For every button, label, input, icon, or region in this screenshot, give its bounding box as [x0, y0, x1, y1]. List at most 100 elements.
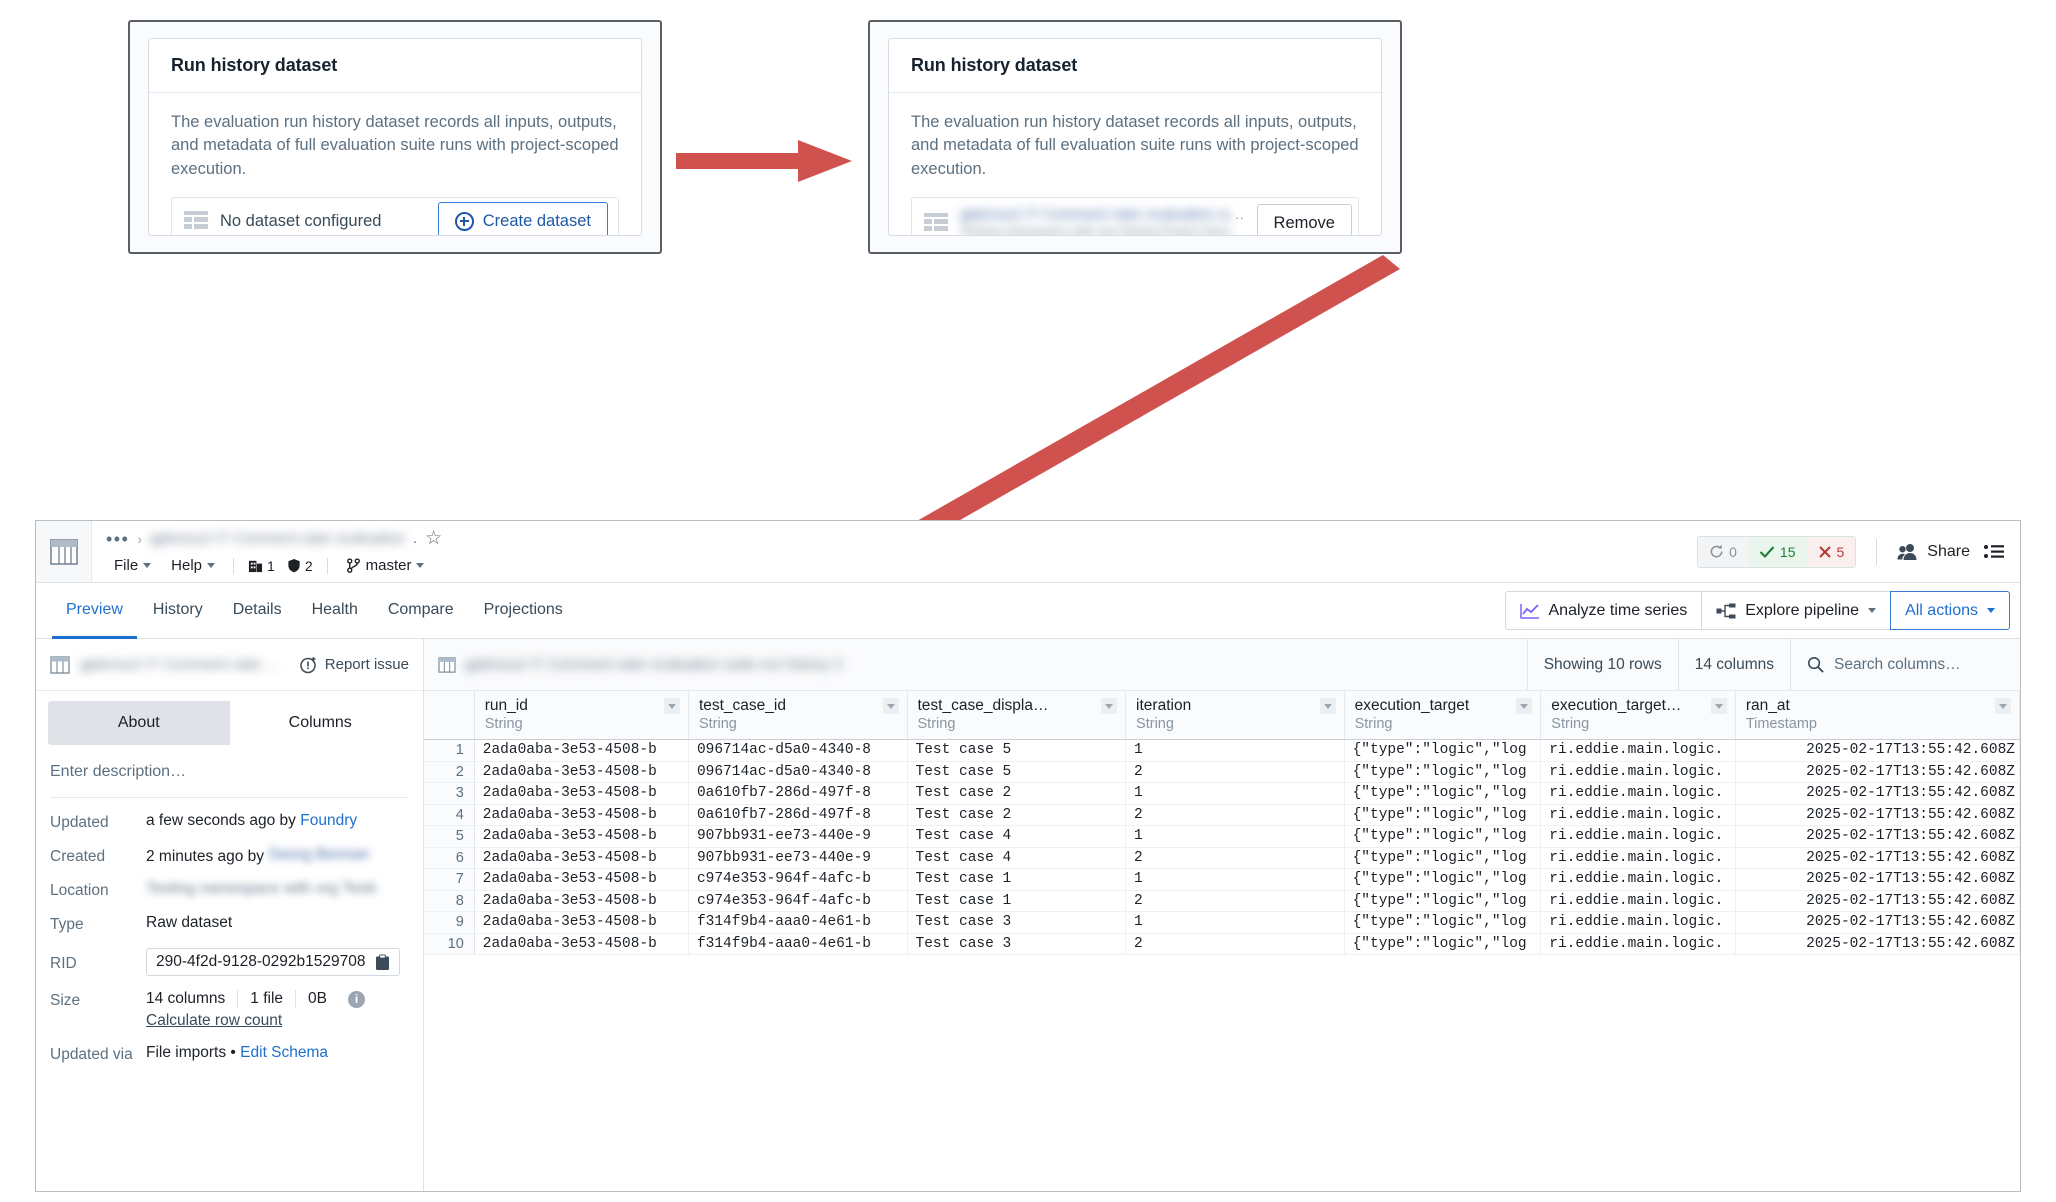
- card-body: The evaluation run history dataset recor…: [889, 93, 1381, 236]
- status-badge-building[interactable]: 0: [1698, 536, 1748, 567]
- cell-execution-target-2: ri.eddie.main.logic.: [1540, 911, 1736, 934]
- edit-schema-link[interactable]: Edit Schema: [240, 1044, 328, 1061]
- all-actions-label: All actions: [1905, 601, 1978, 619]
- clipboard-icon[interactable]: [375, 954, 390, 971]
- cell-execution-target-2: ri.eddie.main.logic.: [1540, 804, 1736, 826]
- status-badge-failed[interactable]: 5: [1806, 536, 1856, 567]
- filter-icon[interactable]: [1710, 698, 1727, 714]
- table-row[interactable]: 1 2ada0aba-3e53-4508-b 096714ac-d5a0-4340-…: [424, 739, 2020, 762]
- breadcrumb-name-redacted[interactable]: gplensu2 IT Comment rater evaluation: [150, 530, 405, 547]
- search-columns-input[interactable]: Search columns…: [1790, 639, 2020, 690]
- description-input[interactable]: Enter description…: [50, 763, 409, 798]
- column-name: test_case_displa…: [917, 697, 1049, 714]
- grid-toolbar: gplensu2 IT Comment rater evaluation sui…: [424, 639, 2020, 691]
- cell-run-id: 2ada0aba-3e53-4508-b: [474, 825, 689, 848]
- share-button[interactable]: Share: [1897, 543, 1970, 561]
- remove-dataset-button[interactable]: Remove: [1256, 204, 1352, 235]
- analyze-time-series-button[interactable]: Analyze time series: [1504, 591, 1702, 630]
- tab-details[interactable]: Details: [219, 583, 296, 639]
- card-title: Run history dataset: [911, 55, 1078, 75]
- create-dataset-button[interactable]: Create dataset: [437, 202, 608, 235]
- share-label: Share: [1927, 542, 1970, 560]
- meta-row-size: Size 14 columns 1 file 0B i Calculate ro…: [50, 990, 409, 1030]
- table-row[interactable]: 6 2ada0aba-3e53-4508-b 907bb931-ee73-440e-…: [424, 847, 2020, 869]
- cell-iteration: 2: [1125, 847, 1345, 869]
- dataset-text-stack: gplensu2 IT Comment rater evaluation sui…: [960, 207, 1245, 236]
- breadcrumb-overflow-button[interactable]: •••: [106, 530, 129, 548]
- dataset-path-overflow: ..: [1235, 225, 1245, 236]
- updated-by-link[interactable]: Foundry: [300, 812, 357, 829]
- updated-text: a few seconds ago by: [146, 812, 301, 829]
- file-menu[interactable]: File: [106, 555, 159, 576]
- table-row[interactable]: 3 2ada0aba-3e53-4508-b 0a610fb7-286d-497f-…: [424, 782, 2020, 805]
- status-badge-success[interactable]: 15: [1747, 536, 1807, 567]
- dataset-name-overflow: ..: [1235, 207, 1245, 223]
- explore-label: Explore pipeline: [1745, 601, 1860, 619]
- cell-execution-target-2: ri.eddie.main.logic.: [1540, 847, 1736, 869]
- branch-selector[interactable]: master: [338, 555, 433, 576]
- all-actions-button[interactable]: All actions: [1890, 591, 2010, 630]
- filter-icon[interactable]: [882, 698, 899, 714]
- filter-icon[interactable]: [1319, 698, 1336, 714]
- created-text: 2 minutes ago by: [146, 848, 269, 865]
- column-header-iteration[interactable]: iteration String: [1125, 691, 1345, 740]
- cell-execution-target: {"type":"logic","log: [1344, 933, 1542, 955]
- explore-pipeline-button[interactable]: Explore pipeline: [1701, 591, 1891, 630]
- details-list-icon[interactable]: [1984, 544, 2004, 560]
- cell-iteration: 1: [1125, 739, 1345, 762]
- report-issue-button[interactable]: Report issue: [300, 656, 409, 674]
- marking-count[interactable]: 2: [283, 556, 317, 576]
- tab-preview[interactable]: Preview: [52, 583, 137, 639]
- table-row[interactable]: 4 2ada0aba-3e53-4508-b 0a610fb7-286d-497f-…: [424, 804, 2020, 826]
- star-icon[interactable]: ☆: [425, 529, 442, 548]
- preview-table-container[interactable]: run_id String test_case_id String test_c…: [424, 691, 2020, 1191]
- cell-test-case-display: Test case 2: [907, 782, 1127, 805]
- cell-run-id: 2ada0aba-3e53-4508-b: [474, 761, 689, 783]
- tab-projections[interactable]: Projections: [470, 583, 577, 639]
- breadcrumb: ••• › gplensu2 IT Comment rater evaluati…: [106, 525, 1667, 553]
- column-header-execution-target[interactable]: execution_target String: [1344, 691, 1542, 740]
- column-header-ran-at[interactable]: ran_at Timestamp: [1735, 691, 2020, 740]
- filter-icon[interactable]: [1101, 698, 1118, 714]
- filter-icon[interactable]: [1995, 698, 2011, 714]
- filter-icon[interactable]: [663, 698, 680, 714]
- column-header-test-case-display[interactable]: test_case_displa… String: [907, 691, 1127, 740]
- table-row[interactable]: 5 2ada0aba-3e53-4508-b 907bb931-ee73-440e-…: [424, 825, 2020, 848]
- meta-value-rid: 290-4f2d-9128-0292b1529708: [146, 948, 409, 976]
- info-icon[interactable]: i: [347, 990, 365, 1008]
- filter-icon[interactable]: [1516, 698, 1533, 714]
- column-header-execution-target-2[interactable]: execution_target… String: [1540, 691, 1736, 740]
- table-row[interactable]: 10 2ada0aba-3e53-4508-b f314f9b4-aaa0-4e61…: [424, 933, 2020, 955]
- rid-box[interactable]: 290-4f2d-9128-0292b1529708: [146, 948, 401, 976]
- tab-history[interactable]: History: [139, 583, 217, 639]
- cell-execution-target-2: ri.eddie.main.logic.: [1540, 868, 1736, 891]
- table-row[interactable]: 2 2ada0aba-3e53-4508-b 096714ac-d5a0-4340-…: [424, 761, 2020, 783]
- column-header-test-case-id[interactable]: test_case_id String: [688, 691, 908, 740]
- updated-via-separator: •: [230, 1044, 236, 1061]
- run-history-dataset-card-before: Run history dataset The evaluation run h…: [148, 38, 642, 236]
- table-row[interactable]: 7 2ada0aba-3e53-4508-b c974e353-964f-4afc-…: [424, 868, 2020, 891]
- row-number: 2: [424, 761, 475, 783]
- table-row[interactable]: 8 2ada0aba-3e53-4508-b c974e353-964f-4afc-…: [424, 890, 2020, 912]
- tab-compare[interactable]: Compare: [374, 583, 468, 639]
- help-menu[interactable]: Help: [163, 555, 223, 576]
- meta-row-location: Location Testing namespace with org Test…: [50, 880, 409, 900]
- segment-columns[interactable]: Columns: [229, 701, 411, 745]
- organization-count[interactable]: 1: [244, 556, 279, 576]
- cell-run-id: 2ada0aba-3e53-4508-b: [474, 804, 689, 826]
- cell-test-case-id: 907bb931-ee73-440e-9: [688, 825, 908, 848]
- tab-health[interactable]: Health: [298, 583, 372, 639]
- cell-iteration: 1: [1125, 911, 1345, 934]
- check-icon: [1759, 545, 1775, 558]
- dataset-path-line: Testing namespace with org Testing Proje…: [960, 225, 1245, 236]
- segment-about[interactable]: About: [48, 701, 230, 745]
- table-row[interactable]: 9 2ada0aba-3e53-4508-b f314f9b4-aaa0-4e61-…: [424, 911, 2020, 934]
- column-header-run-id[interactable]: run_id String: [474, 691, 689, 740]
- cell-ran-at: 2025-02-17T13:55:42.608Z: [1735, 761, 2020, 783]
- card-header: Run history dataset: [889, 39, 1381, 93]
- organization-count-value: 1: [267, 557, 275, 574]
- sidebar-body: Enter description… Updated a few seconds…: [36, 745, 423, 1191]
- sidebar-dataset-name-redacted: gplensu2 IT Comment rater ...: [80, 656, 279, 673]
- calculate-row-count-link[interactable]: Calculate row count: [146, 1012, 282, 1030]
- chevron-down-icon: [416, 563, 425, 568]
